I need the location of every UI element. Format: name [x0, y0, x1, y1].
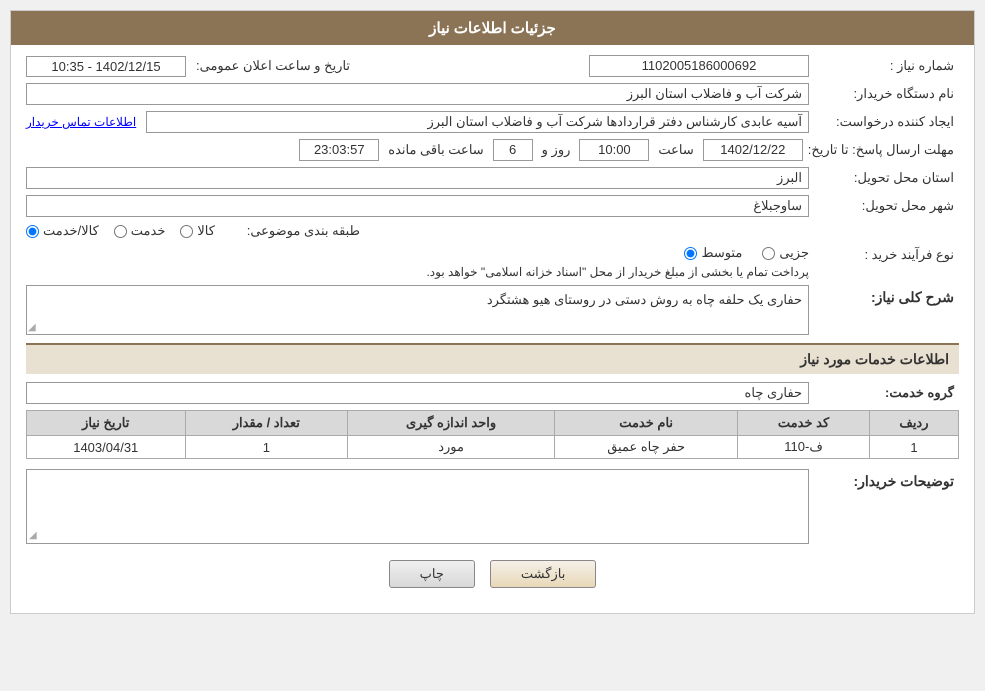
deadline-label: مهلت ارسال پاسخ: تا تاریخ:: [808, 142, 959, 158]
need-number-label: شماره نیاز :: [819, 58, 959, 74]
city-label: شهر محل تحویل:: [819, 198, 959, 214]
col-name: نام خدمت: [555, 411, 738, 436]
notes-resize-icon: ◢: [29, 530, 37, 541]
deadline-time-label: ساعت: [654, 142, 697, 158]
back-button[interactable]: بازگشت: [490, 560, 596, 588]
buyer-notes-input[interactable]: [32, 475, 803, 535]
buyer-name-label: نام دستگاه خریدار:: [819, 86, 959, 102]
category-both-radio[interactable]: [26, 225, 39, 238]
buttons-row: بازگشت چاپ: [26, 550, 959, 603]
buyer-name-value: شرکت آب و فاضلاب استان البرز: [26, 83, 809, 105]
process-motavasset-label: متوسط: [701, 245, 742, 261]
category-kala-label: کالا: [197, 223, 215, 239]
deadline-time-value: 10:00: [579, 139, 649, 161]
col-unit: واحد اندازه گیری: [348, 411, 555, 436]
table-cell-row_num: 1: [869, 436, 958, 459]
resize-icon: ◢: [28, 322, 36, 333]
service-group-value: حفاری چاه: [26, 382, 809, 404]
process-motavasset-option[interactable]: متوسط: [684, 245, 742, 261]
services-section-header: اطلاعات خدمات مورد نیاز: [26, 343, 959, 374]
table-cell-unit: مورد: [348, 436, 555, 459]
page-title: جزئیات اطلاعات نیاز: [429, 20, 556, 37]
table-row: 1ف-110حفر چاه عمیقمورد11403/04/31: [27, 436, 959, 459]
creator-value: آسیه عابدی کارشناس دفتر قراردادها شرکت آ…: [146, 111, 809, 133]
announce-date-value: 1402/12/15 - 10:35: [26, 56, 186, 77]
service-group-label: گروه خدمت:: [819, 385, 959, 401]
process-jazii-label: جزیی: [779, 245, 809, 261]
buyer-notes-area: ◢: [26, 469, 809, 544]
contact-info-link[interactable]: اطلاعات تماس خریدار: [26, 115, 136, 129]
province-value: البرز: [26, 167, 809, 189]
category-kala-option[interactable]: کالا: [180, 223, 215, 239]
table-cell-service_name: حفر چاه عمیق: [555, 436, 738, 459]
page-header: جزئیات اطلاعات نیاز: [11, 11, 974, 45]
deadline-days-value: 6: [493, 139, 533, 161]
deadline-remaining-label: ساعت باقی مانده: [384, 142, 487, 158]
process-note: پرداخت تمام یا بخشی از مبلغ خریدار از مح…: [426, 265, 809, 279]
services-table: ردیف کد خدمت نام خدمت واحد اندازه گیری ت…: [26, 410, 959, 459]
table-cell-date: 1403/04/31: [27, 436, 186, 459]
deadline-remaining-value: 23:03:57: [299, 139, 379, 161]
category-khedmat-option[interactable]: خدمت: [114, 223, 166, 239]
deadline-date-value: 1402/12/22: [703, 139, 803, 161]
description-label: شرح کلی نیاز:: [819, 285, 959, 306]
table-cell-service_code: ف-110: [738, 436, 870, 459]
category-label: طبقه بندی موضوعی:: [225, 223, 365, 239]
print-button[interactable]: چاپ: [389, 560, 475, 588]
category-both-label: کالا/خدمت: [43, 223, 99, 239]
col-date: تاریخ نیاز: [27, 411, 186, 436]
table-cell-quantity: 1: [185, 436, 348, 459]
process-jazii-option[interactable]: جزیی: [762, 245, 809, 261]
announce-label: تاریخ و ساعت اعلان عمومی:: [196, 58, 355, 74]
creator-label: ایجاد کننده درخواست:: [819, 114, 959, 130]
province-label: استان محل تحویل:: [819, 170, 959, 186]
category-khedmat-radio[interactable]: [114, 225, 127, 238]
process-motavasset-radio[interactable]: [684, 247, 697, 260]
city-value: ساوجبلاغ: [26, 195, 809, 217]
need-number-value: 1102005186000692: [589, 55, 809, 77]
col-rownum: ردیف: [869, 411, 958, 436]
col-code: کد خدمت: [738, 411, 870, 436]
category-both-option[interactable]: کالا/خدمت: [26, 223, 99, 239]
col-qty: تعداد / مقدار: [185, 411, 348, 436]
description-value: حفاری یک حلفه چاه به روش دستی در روستای …: [26, 285, 809, 335]
process-label: نوع فرآیند خرید :: [819, 245, 959, 263]
category-kala-radio[interactable]: [180, 225, 193, 238]
process-jazii-radio[interactable]: [762, 247, 775, 260]
deadline-days-label: روز و: [538, 142, 575, 158]
buyer-notes-label: توضیحات خریدار:: [819, 469, 959, 490]
category-khedmat-label: خدمت: [131, 223, 166, 239]
